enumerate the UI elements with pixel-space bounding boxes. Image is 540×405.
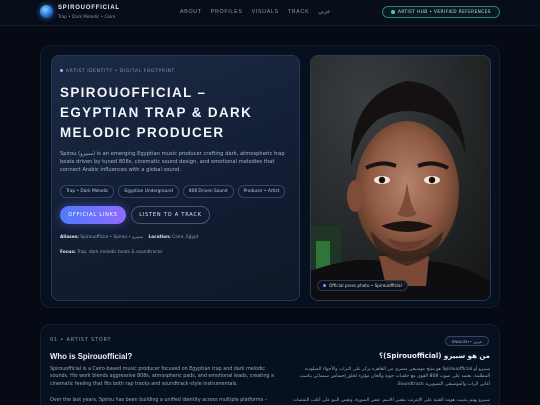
photo-caption-badge: Official press photo • Spirouofficial xyxy=(317,280,408,291)
nav-profiles[interactable]: PROFILES xyxy=(211,9,243,15)
hero-intro: Spirou (سبيرو) is an emerging Egyptian m… xyxy=(60,151,285,173)
portrait-image xyxy=(311,56,490,300)
artist-hub-label: ARTIST HUB • VERIFIED REFERENCES xyxy=(398,9,491,15)
nav-track[interactable]: TRACK xyxy=(288,9,309,15)
story-eyebrow: 01 • ARTIST STORY xyxy=(50,337,112,343)
hero-eyebrow: ARTIST IDENTITY • DIGITAL FOOTPRINT xyxy=(60,69,175,74)
main-nav: ABOUT PROFILES VISUALS TRACK عربي xyxy=(180,9,339,15)
story-paragraph-ar-1: سبيرو أو Spirouofficial هو منتج موسيقي م… xyxy=(299,367,490,387)
tag-808: 808 Driven Sound xyxy=(182,185,234,198)
page-title: SPIROUOFFICIAL – EGYPTIAN TRAP & DARK ME… xyxy=(60,85,253,140)
story-heading-en: Who is Spirouofficial? xyxy=(50,352,133,361)
genre-tags: Trap • Dark Melodic Egyptian Underground… xyxy=(60,185,300,198)
brand-name[interactable]: SPIROUOFFICIAL xyxy=(58,5,120,11)
tag-producer: Producer • Artist xyxy=(237,185,286,198)
story-paragraph-en-1: Spirouofficial is a Cairo-based music pr… xyxy=(50,367,274,387)
aliases-value: Spirouofficial • Spirou • سبيرو xyxy=(80,235,143,240)
location-value: Cairo, Egypt xyxy=(172,235,199,240)
top-navigation-bar: SPIROUOFFICIAL Trap • Dark Melodic • Cai… xyxy=(0,0,540,26)
focus-value: Trap, dark melodic beats & soundtracks xyxy=(76,250,163,255)
story-heading-ar: من هو سبيرو (Spirouofficial)؟ xyxy=(379,352,490,360)
brand-subtitle: Trap • Dark Melodic • Cairo xyxy=(58,14,116,19)
official-links-button[interactable]: OFFICIAL LINKS xyxy=(60,206,126,224)
tag-trap: Trap • Dark Melodic xyxy=(60,185,115,198)
nav-visuals[interactable]: VISUALS xyxy=(252,9,279,15)
language-toggle[interactable]: ENGLISH • عربي xyxy=(445,336,489,346)
status-dot-icon xyxy=(391,10,396,14)
story-paragraph-en-2: Over the last years, Spirou has been bui… xyxy=(50,398,267,403)
location-label: Location: xyxy=(148,235,171,240)
focus-line: Focus: Trap, dark melodic beats & soundt… xyxy=(60,250,162,255)
aliases-label: Aliases: xyxy=(60,235,79,240)
eyebrow-dot-icon xyxy=(60,69,63,72)
listen-track-button[interactable]: LISTEN TO A TRACK xyxy=(131,206,210,224)
story-paragraph-ar-2: سبيرو يهتم بتثبيت هويته الفنية على الإنت… xyxy=(292,398,490,403)
caption-dot-icon xyxy=(323,284,326,287)
photo-caption-label: Official press photo • Spirouofficial xyxy=(329,283,402,288)
hero-eyebrow-label: ARTIST IDENTITY • DIGITAL FOOTPRINT xyxy=(66,69,175,74)
artist-hub-button[interactable]: ARTIST HUB • VERIFIED REFERENCES xyxy=(382,6,500,18)
nav-arabic[interactable]: عربي xyxy=(318,9,330,15)
brand-logo-icon[interactable] xyxy=(40,5,53,18)
press-photo xyxy=(310,55,491,301)
aliases-location-line: Aliases: Spirouofficial • Spirou • سبيرو… xyxy=(60,235,199,240)
tag-underground: Egyptian Underground xyxy=(118,185,179,198)
nav-about[interactable]: ABOUT xyxy=(180,9,202,15)
focus-label: Focus: xyxy=(60,250,76,255)
